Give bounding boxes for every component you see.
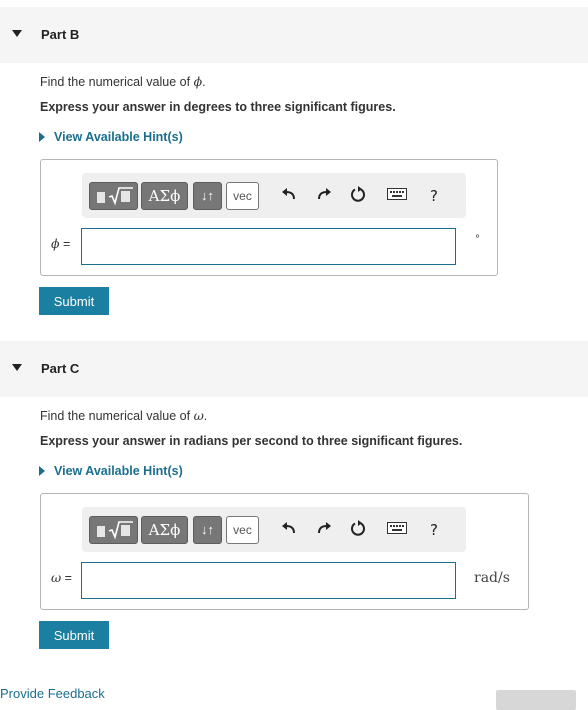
part-c-instruction: Express your answer in radians per secon…	[40, 434, 463, 448]
part-c-header[interactable]: Part C	[0, 341, 588, 397]
part-c-variable-label: ω =	[51, 570, 72, 585]
vector-button[interactable]: vec	[226, 516, 259, 544]
subscript-superscript-button[interactable]: ↓↑	[193, 516, 222, 544]
part-c-submit-button[interactable]: Submit	[39, 621, 109, 649]
hint-label: View Available Hint(s)	[54, 130, 183, 144]
triangle-right-icon	[39, 131, 45, 142]
template-box-icon	[97, 526, 105, 537]
variable-symbol: ω	[51, 570, 62, 585]
collapse-triangle-icon[interactable]	[12, 364, 22, 371]
equals-sign: =	[59, 237, 71, 251]
part-b-math-toolbar: ΑΣϕ ↓↑ vec ?	[82, 173, 466, 218]
reset-icon[interactable]	[348, 520, 368, 540]
hint-label: View Available Hint(s)	[54, 464, 183, 478]
part-c-hint-link[interactable]: View Available Hint(s)	[39, 464, 183, 478]
keyboard-icon[interactable]	[385, 186, 409, 206]
part-c-prompt: Find the numerical value of ω.	[40, 408, 207, 423]
equals-sign: =	[61, 571, 72, 585]
part-b-header[interactable]: Part B	[0, 7, 588, 63]
radical-icon	[108, 521, 133, 540]
template-box-icon	[97, 192, 105, 203]
help-icon[interactable]: ?	[424, 186, 444, 206]
part-c-answer-box: ΑΣϕ ↓↑ vec ? ω = rad/s	[40, 493, 529, 610]
greek-symbols-button[interactable]: ΑΣϕ	[141, 516, 188, 544]
next-button[interactable]	[496, 690, 576, 710]
part-b-answer-input[interactable]	[81, 228, 456, 265]
prompt-text: Find the numerical value of	[40, 75, 194, 89]
variable-symbol: ϕ	[51, 236, 60, 251]
prompt-symbol: ω	[193, 408, 204, 423]
reset-icon[interactable]	[348, 186, 368, 206]
part-c-math-toolbar: ΑΣϕ ↓↑ vec ?	[82, 507, 466, 552]
help-icon[interactable]: ?	[424, 520, 444, 540]
undo-icon[interactable]	[279, 520, 299, 540]
greek-symbols-button[interactable]: ΑΣϕ	[141, 182, 188, 210]
triangle-right-icon	[39, 465, 45, 476]
prompt-period: .	[202, 75, 206, 89]
prompt-text: Find the numerical value of	[40, 409, 194, 423]
part-b-unit: °	[475, 234, 480, 245]
part-b-hint-link[interactable]: View Available Hint(s)	[39, 130, 183, 144]
template-button[interactable]	[89, 182, 138, 210]
redo-icon[interactable]	[314, 520, 334, 540]
part-b-variable-label: ϕ =	[51, 236, 70, 251]
prompt-symbol: ϕ	[193, 74, 203, 89]
radical-icon	[108, 187, 133, 206]
subscript-superscript-button[interactable]: ↓↑	[193, 182, 222, 210]
part-c-unit: rad/s	[474, 570, 510, 586]
part-c-answer-input[interactable]	[81, 562, 456, 599]
prompt-period: .	[203, 409, 208, 423]
part-b-answer-box: ΑΣϕ ↓↑ vec ? ϕ = °	[40, 159, 498, 276]
part-b-prompt: Find the numerical value of ϕ.	[40, 74, 206, 89]
keyboard-icon[interactable]	[385, 520, 409, 540]
part-b-title: Part B	[41, 27, 80, 42]
vector-button[interactable]: vec	[226, 182, 259, 210]
part-b-instruction: Express your answer in degrees to three …	[40, 100, 396, 114]
undo-icon[interactable]	[279, 186, 299, 206]
collapse-triangle-icon[interactable]	[12, 30, 22, 37]
part-b-submit-button[interactable]: Submit	[39, 287, 109, 315]
template-button[interactable]	[89, 516, 138, 544]
part-c-title: Part C	[41, 361, 80, 376]
redo-icon[interactable]	[314, 186, 334, 206]
